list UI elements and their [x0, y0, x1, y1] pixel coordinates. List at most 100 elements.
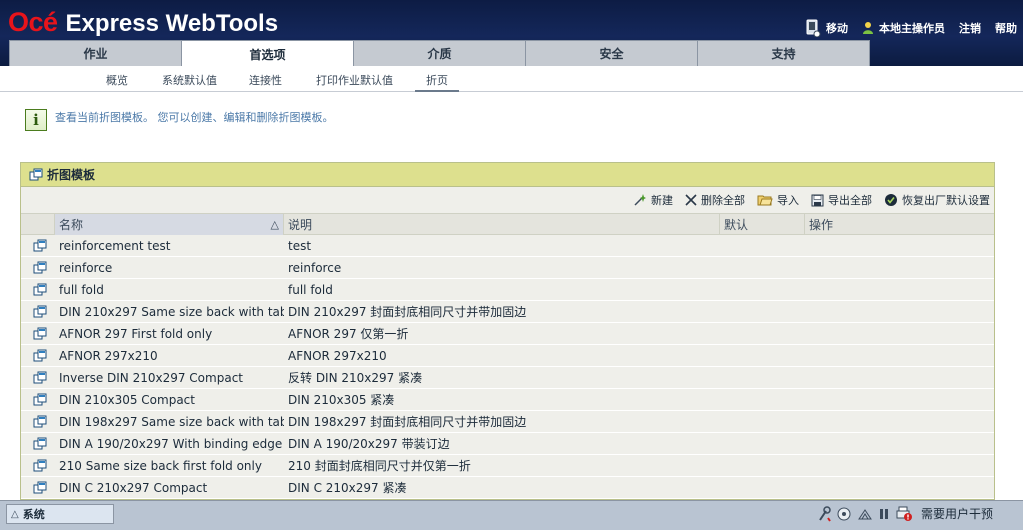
- close-icon: [685, 194, 697, 206]
- table-header: 名称 △ 说明 默认 操作: [21, 213, 994, 235]
- new-label: 新建: [651, 194, 673, 207]
- row-description: DIN 210x305 紧凑: [288, 393, 395, 407]
- tab-preferences[interactable]: 首选项: [181, 40, 354, 67]
- row-name: reinforce: [59, 260, 113, 275]
- column-name[interactable]: 名称 △: [55, 214, 284, 235]
- table-row[interactable]: DIN 198x297 Same size back with tab DIN …: [21, 411, 994, 433]
- fold-template-icon: [21, 279, 55, 300]
- panel-header: 折图模板: [21, 163, 994, 187]
- operator-link[interactable]: 本地主操作员: [862, 20, 945, 36]
- restore-icon: [884, 193, 898, 207]
- column-name-label: 名称: [59, 218, 84, 232]
- fold-template-icon: [21, 235, 55, 256]
- fold-template-icon: [29, 168, 43, 182]
- row-description: 反转 DIN 210x297 紧凑: [288, 371, 423, 385]
- row-description: DIN C 210x297 紧凑: [288, 481, 407, 495]
- system-status-tab[interactable]: △ 系统: [6, 504, 114, 524]
- status-bar: △ 系统 需要用户干预: [0, 500, 1023, 530]
- column-description[interactable]: 说明: [284, 214, 720, 235]
- subtab-system-defaults[interactable]: 系统默认值: [162, 72, 217, 92]
- row-name: full fold: [59, 282, 104, 297]
- header-icon-column: [21, 214, 55, 235]
- row-name: DIN A 190/20x297 With binding edge: [59, 436, 283, 451]
- pause-icon[interactable]: [879, 507, 889, 521]
- stack-icon: [857, 507, 873, 521]
- table-row[interactable]: reinforce reinforce: [21, 257, 994, 279]
- subtab-overview[interactable]: 概览: [106, 72, 128, 92]
- logout-link[interactable]: 注销: [959, 20, 981, 36]
- export-all-button[interactable]: 导出全部: [811, 192, 872, 208]
- fold-template-icon: [21, 389, 55, 410]
- fold-template-icon: [21, 323, 55, 344]
- top-links: 移动 本地主操作员 注销 帮助: [791, 19, 1017, 37]
- panel-toolbar: 新建 删除全部 导入 导出全部 恢复出厂默认设置: [21, 187, 994, 213]
- sparkle-icon: [633, 193, 647, 207]
- row-description: reinforce: [288, 260, 342, 275]
- expand-triangle-icon: △: [11, 508, 19, 520]
- fold-template-icon: [21, 455, 55, 476]
- row-description: DIN 198x297 封面封底相同尺寸并带加固边: [288, 415, 527, 429]
- help-link-label: 帮助: [995, 22, 1017, 35]
- row-name: DIN C 210x297 Compact: [59, 480, 208, 495]
- mobile-icon: [805, 19, 821, 37]
- table-row[interactable]: DIN 210x297 Same size back with tab DIN …: [21, 301, 994, 323]
- table-row[interactable]: AFNOR 297 First fold only AFNOR 297 仅第一折: [21, 323, 994, 345]
- row-name: AFNOR 297x210: [59, 348, 158, 363]
- table-row[interactable]: DIN A 190/20x297 With binding edge DIN A…: [21, 433, 994, 455]
- info-message: i 查看当前折图模板。 您可以创建、编辑和删除折图模板。: [25, 109, 334, 131]
- fold-template-icon: [21, 367, 55, 388]
- fold-template-icon: [21, 433, 55, 454]
- fold-template-icon: [21, 257, 55, 278]
- row-description: test: [288, 238, 312, 253]
- restore-defaults-button[interactable]: 恢复出厂默认设置: [884, 192, 990, 208]
- tab-support[interactable]: 支持: [697, 40, 870, 66]
- table-body: reinforcement test test reinforce reinfo…: [21, 235, 994, 499]
- product-title: Express WebTools: [65, 10, 279, 37]
- subtab-connectivity[interactable]: 连接性: [249, 72, 282, 92]
- mobile-link[interactable]: 移动: [805, 19, 848, 37]
- disc-icon: [837, 507, 851, 521]
- tab-media[interactable]: 介质: [353, 40, 526, 66]
- info-icon: i: [25, 109, 47, 131]
- row-description: 210 封面封底相同尺寸并仅第一折: [288, 459, 471, 473]
- row-name: DIN 210x297 Same size back with tab: [59, 304, 284, 319]
- row-name: AFNOR 297 First fold only: [59, 326, 213, 341]
- table-row[interactable]: reinforcement test test: [21, 235, 994, 257]
- table-row[interactable]: 210 Same size back first fold only 210 封…: [21, 455, 994, 477]
- tab-jobs[interactable]: 作业: [9, 40, 182, 66]
- table-row[interactable]: full fold full fold: [21, 279, 994, 301]
- row-name: DIN 210x305 Compact: [59, 392, 195, 407]
- app-header: Océ Express WebTools 移动 本地主操作员 注销 帮助 作业 …: [0, 0, 1023, 67]
- table-row[interactable]: DIN C 210x297 Compact DIN C 210x297 紧凑: [21, 477, 994, 499]
- row-name: Inverse DIN 210x297 Compact: [59, 370, 243, 385]
- tab-security[interactable]: 安全: [525, 40, 698, 66]
- new-button[interactable]: 新建: [633, 192, 673, 208]
- logout-link-label: 注销: [959, 22, 981, 35]
- help-link[interactable]: 帮助: [995, 20, 1017, 36]
- wrench-icon: [817, 505, 831, 522]
- table-row[interactable]: Inverse DIN 210x297 Compact 反转 DIN 210x2…: [21, 367, 994, 389]
- restore-defaults-label: 恢复出厂默认设置: [902, 194, 990, 207]
- fold-template-icon: [21, 301, 55, 322]
- export-all-label: 导出全部: [828, 194, 872, 207]
- fold-template-icon: [21, 477, 55, 498]
- mobile-link-label: 移动: [826, 22, 848, 35]
- row-description: DIN A 190/20x297 带装订边: [288, 437, 450, 451]
- row-description: DIN 210x297 封面封底相同尺寸并带加固边: [288, 305, 527, 319]
- main-tabs: 作业 首选项 介质 安全 支持: [9, 40, 870, 67]
- import-button[interactable]: 导入: [757, 192, 799, 208]
- column-actions: 操作: [809, 218, 834, 232]
- delete-all-button[interactable]: 删除全部: [685, 192, 745, 208]
- subtab-print-job-defaults[interactable]: 打印作业默认值: [316, 72, 393, 92]
- save-icon: [811, 194, 824, 207]
- row-description: AFNOR 297 仅第一折: [288, 327, 409, 341]
- status-message: 需要用户干预: [920, 507, 993, 521]
- folder-icon: [757, 194, 773, 206]
- row-description: AFNOR 297x210: [288, 348, 387, 363]
- fold-template-icon: [21, 345, 55, 366]
- subtab-folding[interactable]: 折页: [415, 72, 459, 92]
- table-row[interactable]: AFNOR 297x210 AFNOR 297x210: [21, 345, 994, 367]
- row-description: full fold: [288, 282, 333, 297]
- table-row[interactable]: DIN 210x305 Compact DIN 210x305 紧凑: [21, 389, 994, 411]
- column-default[interactable]: 默认: [720, 214, 805, 235]
